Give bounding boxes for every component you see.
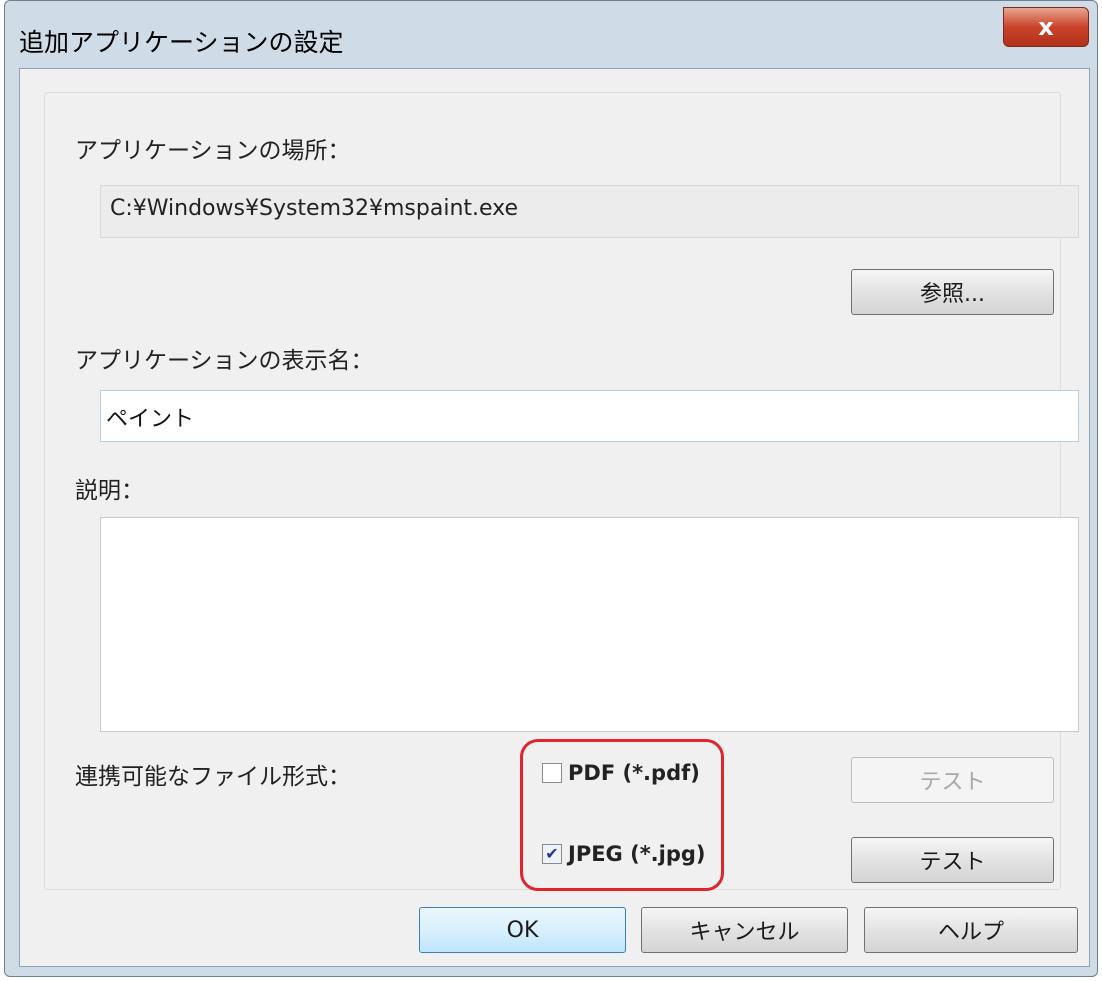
cancel-button[interactable]: キャンセル [641,907,848,953]
jpeg-format-option[interactable]: ✔ JPEG (*.jpg) [542,842,706,866]
close-button[interactable]: x [1003,7,1089,47]
description-textarea[interactable] [100,517,1079,732]
pdf-test-button[interactable]: テスト [851,757,1054,803]
display-name-input[interactable]: ペイント [100,390,1079,442]
jpeg-format-label: JPEG (*.jpg) [568,842,706,866]
display-name-label: アプリケーションの表示名： [75,348,374,374]
help-button[interactable]: ヘルプ [864,907,1078,953]
dialog-client-area: アプリケーションの場所： C:¥Windows¥System32¥mspaint… [19,68,1090,967]
dialog-window: 追加アプリケーションの設定 x アプリケーションの場所： C:¥Windows¥… [4,0,1098,977]
pdf-checkbox[interactable] [542,763,562,783]
file-formats-label: 連携可能なファイル形式： [75,764,351,790]
settings-group: アプリケーションの場所： C:¥Windows¥System32¥mspaint… [44,92,1079,891]
jpeg-checkbox[interactable]: ✔ [542,844,562,864]
ok-button[interactable]: OK [419,907,626,953]
location-label: アプリケーションの場所： [75,138,351,164]
close-icon: x [1038,13,1054,41]
location-field: C:¥Windows¥System32¥mspaint.exe [100,185,1079,238]
browse-button[interactable]: 参照... [851,269,1054,315]
check-icon: ✔ [545,844,559,863]
pdf-format-option[interactable]: PDF (*.pdf) [542,761,700,785]
description-label: 説明： [75,478,144,504]
jpeg-test-button[interactable]: テスト [851,837,1054,883]
pdf-format-label: PDF (*.pdf) [568,761,700,785]
window-title: 追加アプリケーションの設定 [19,28,344,57]
